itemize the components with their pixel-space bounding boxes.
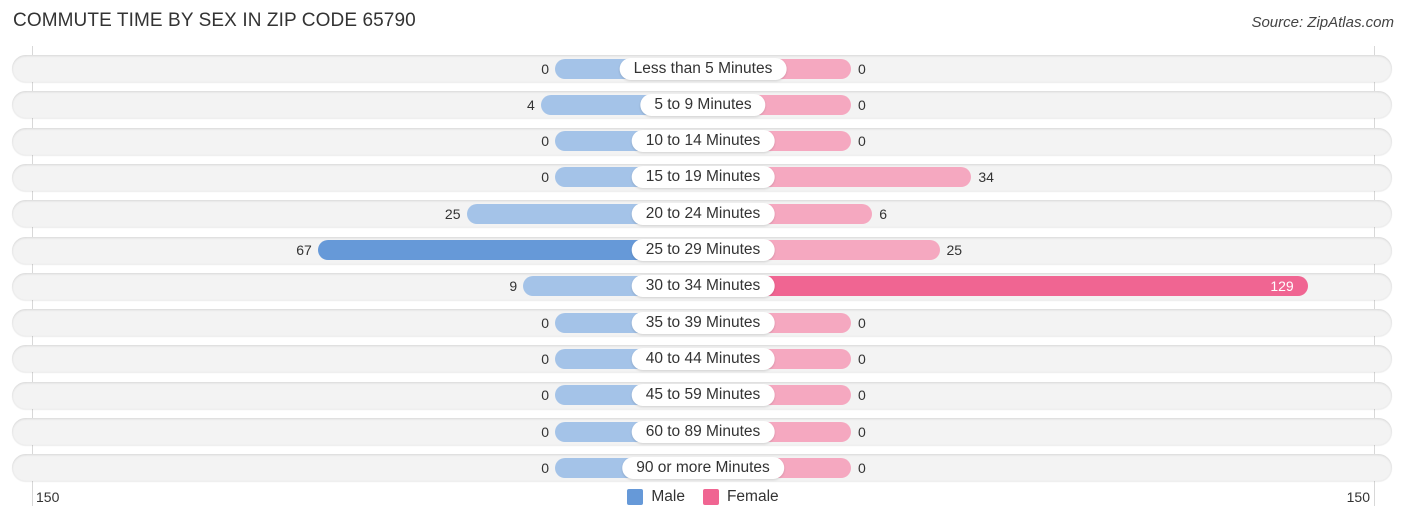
value-label-male: 4 — [527, 96, 535, 113]
legend: Male Female — [0, 488, 1406, 506]
legend-swatch-male — [627, 489, 644, 505]
value-label-male: 0 — [541, 133, 549, 150]
value-label-female: 25 — [946, 242, 963, 258]
value-label-female: 0 — [858, 133, 866, 150]
value-label-male: 0 — [541, 387, 549, 404]
value-label-female: 0 — [858, 387, 866, 404]
category-label: 60 to 89 Minutes — [631, 420, 775, 443]
value-label-male: 0 — [541, 169, 549, 186]
value-label-female: 0 — [858, 350, 866, 367]
value-label-female: 0 — [858, 314, 866, 331]
legend-item-female: Female — [702, 488, 779, 506]
value-label-female: 0 — [858, 423, 866, 440]
source-credit: Source: ZipAtlas.com — [1251, 14, 1394, 31]
legend-label-male: Male — [651, 488, 685, 505]
category-label: 30 to 34 Minutes — [631, 275, 775, 298]
category-label: 45 to 59 Minutes — [631, 384, 775, 407]
value-label-male: 0 — [541, 459, 549, 476]
bar-female — [703, 276, 1308, 297]
category-label: 10 to 14 Minutes — [631, 130, 775, 153]
value-label-male: 67 — [296, 242, 312, 258]
value-label-male: 0 — [541, 423, 549, 440]
value-label-male: 0 — [541, 350, 549, 367]
value-label-female: 0 — [858, 459, 866, 476]
chart-title: COMMUTE TIME BY SEX IN ZIP CODE 65790 — [13, 10, 416, 31]
value-label-female: 0 — [858, 96, 866, 113]
category-label: 5 to 9 Minutes — [640, 93, 766, 116]
value-label-female: 129 — [1270, 278, 1294, 295]
value-label-female: 34 — [978, 169, 994, 186]
value-label-male: 9 — [509, 278, 518, 295]
legend-item-male: Male — [627, 488, 685, 506]
category-label: Less than 5 Minutes — [619, 57, 787, 80]
category-label: 35 to 39 Minutes — [631, 311, 775, 334]
category-label: 15 to 19 Minutes — [631, 166, 775, 189]
category-label: 25 to 29 Minutes — [631, 239, 775, 261]
value-label-male: 25 — [444, 205, 461, 222]
category-label: 90 or more Minutes — [622, 456, 784, 479]
value-label-male: 0 — [541, 60, 549, 77]
value-label-female: 6 — [879, 205, 888, 222]
category-label: 20 to 24 Minutes — [631, 202, 775, 225]
value-label-female: 0 — [858, 60, 866, 77]
legend-label-female: Female — [726, 488, 779, 505]
legend-swatch-female — [702, 489, 719, 505]
category-label: 40 to 44 Minutes — [631, 347, 775, 370]
value-label-male: 0 — [541, 314, 549, 331]
